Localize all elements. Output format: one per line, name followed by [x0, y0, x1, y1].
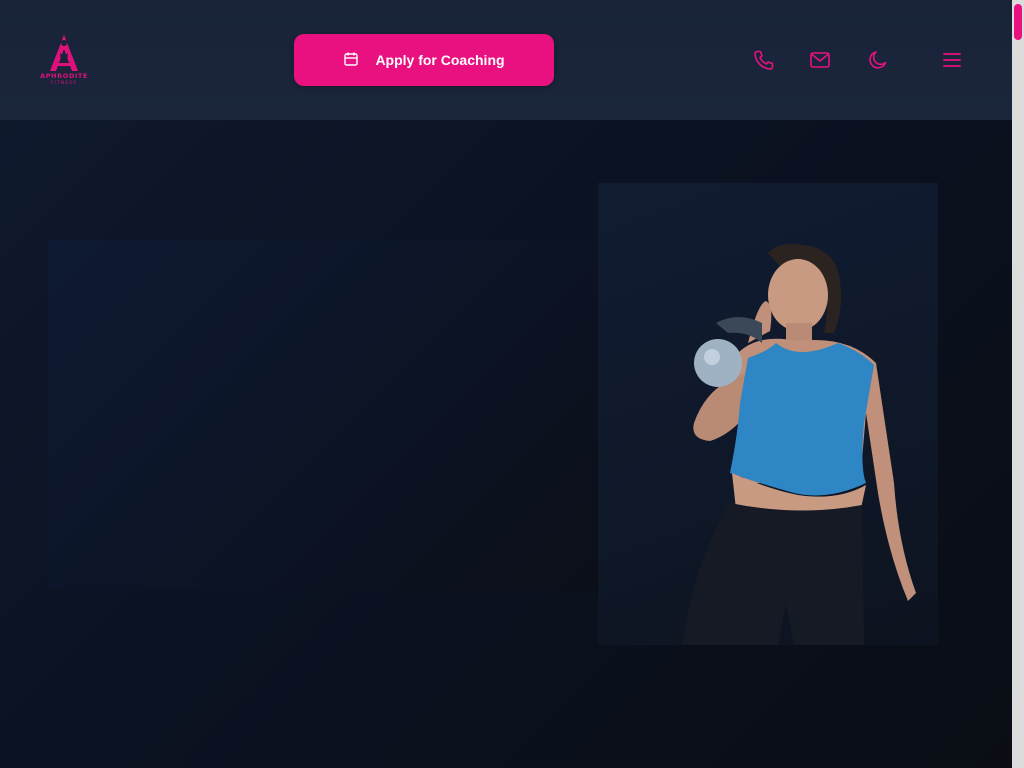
menu-icon[interactable] [940, 48, 964, 72]
mail-icon[interactable] [808, 48, 832, 72]
page: APHRODITE FITNESS Apply for Coaching [0, 0, 1024, 768]
moon-icon[interactable] [866, 48, 890, 72]
scrollbar[interactable] [1012, 0, 1024, 768]
apply-for-coaching-label: Apply for Coaching [375, 52, 505, 68]
site-header: APHRODITE FITNESS Apply for Coaching [0, 0, 1012, 120]
apply-for-coaching-button[interactable]: Apply for Coaching [294, 34, 554, 86]
logo-tagline: FITNESS [50, 80, 78, 85]
logo-mark-icon [50, 35, 78, 71]
scrollbar-thumb[interactable] [1014, 4, 1022, 40]
hero-photo [598, 183, 938, 645]
hero-text-panel [48, 240, 598, 590]
woman-kettlebell-illustration [682, 244, 916, 645]
phone-icon[interactable] [752, 48, 776, 72]
logo-wordmark: APHRODITE [40, 72, 88, 80]
calendar-icon [343, 51, 359, 70]
brand-logo[interactable]: APHRODITE FITNESS [30, 33, 98, 87]
